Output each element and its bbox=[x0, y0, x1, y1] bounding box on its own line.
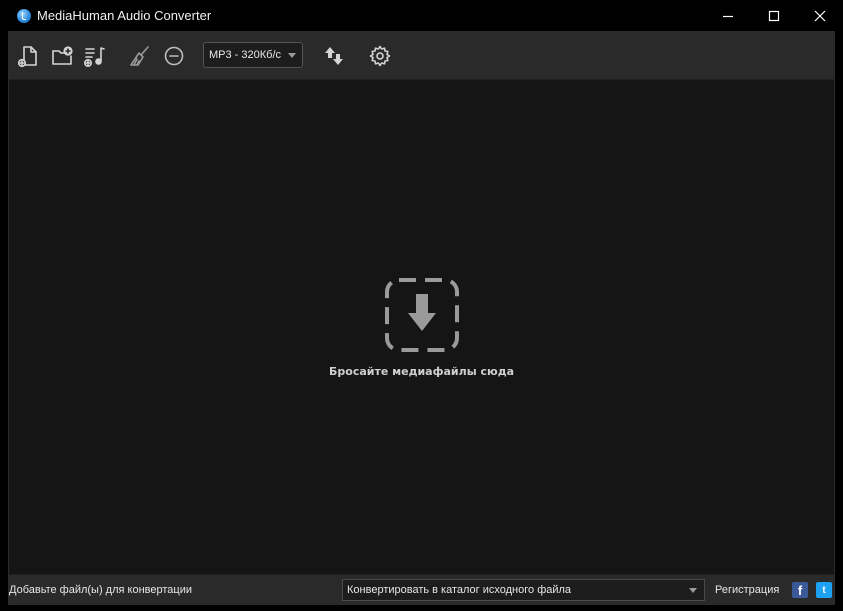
drop-zone-text: Бросайте медиафайлы сюда bbox=[329, 365, 514, 378]
remove-minus-icon bbox=[164, 46, 184, 66]
register-link[interactable]: Регистрация bbox=[715, 584, 779, 596]
add-file-button[interactable] bbox=[14, 42, 42, 70]
drop-zone[interactable]: Бросайте медиафайлы сюда bbox=[9, 80, 834, 574]
drop-download-icon bbox=[385, 278, 459, 352]
add-folder-button[interactable] bbox=[48, 42, 76, 70]
status-text: Добавьте файл(ы) для конвертации bbox=[9, 584, 192, 596]
status-bar: Добавьте файл(ы) для конвертации Конверт… bbox=[9, 574, 834, 605]
twitter-icon[interactable]: t bbox=[816, 582, 832, 598]
add-folder-icon bbox=[52, 46, 73, 65]
window-controls bbox=[705, 0, 843, 31]
convert-icon bbox=[325, 47, 343, 65]
clear-list-broom-icon bbox=[130, 46, 149, 66]
maximize-button[interactable] bbox=[751, 0, 797, 31]
chevron-down-icon bbox=[288, 53, 296, 58]
maximize-icon bbox=[768, 10, 780, 21]
close-icon bbox=[814, 10, 826, 21]
window-title: MediaHuman Audio Converter bbox=[37, 8, 212, 23]
convert-button[interactable] bbox=[320, 42, 348, 70]
minimize-icon bbox=[723, 15, 733, 17]
minimize-button[interactable] bbox=[705, 0, 751, 31]
chevron-down-icon bbox=[689, 588, 697, 593]
settings-button[interactable] bbox=[366, 42, 394, 70]
facebook-icon[interactable]: f bbox=[792, 582, 808, 598]
main-window: MP3 - 320Кб/с Бросайте медиафайлы сюда Д… bbox=[8, 31, 835, 605]
title-bar: MediaHuman Audio Converter bbox=[0, 0, 843, 31]
remove-button[interactable] bbox=[160, 42, 188, 70]
format-select[interactable]: MP3 - 320Кб/с bbox=[203, 42, 303, 68]
destination-select-value: Конвертировать в каталог исходного файла bbox=[347, 584, 572, 596]
clear-list-button[interactable] bbox=[126, 42, 154, 70]
add-music-button[interactable] bbox=[81, 42, 109, 70]
destination-select[interactable]: Конвертировать в каталог исходного файла bbox=[342, 579, 705, 601]
add-music-icon bbox=[83, 47, 105, 68]
toolbar: MP3 - 320Кб/с bbox=[9, 32, 834, 80]
settings-gear-icon bbox=[369, 45, 391, 67]
format-select-value: MP3 - 320Кб/с bbox=[209, 49, 282, 61]
add-file-icon bbox=[17, 46, 37, 68]
mediahuman-logo-icon bbox=[17, 8, 31, 23]
close-button[interactable] bbox=[797, 0, 843, 31]
